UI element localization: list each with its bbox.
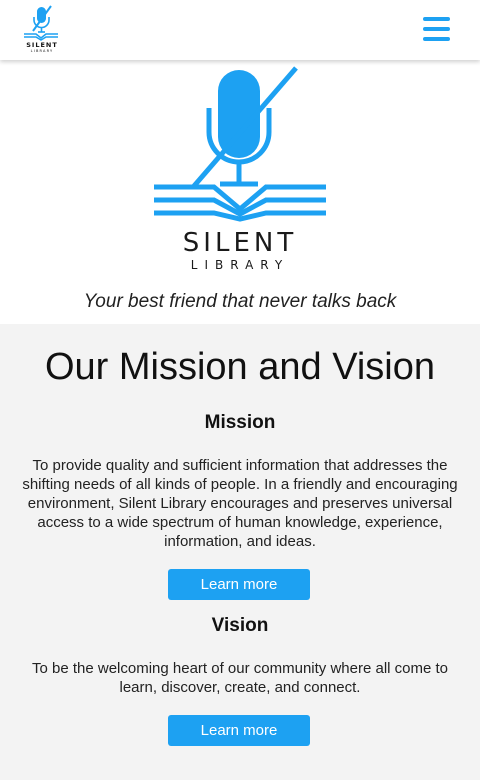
top-navbar: SILENT LIBRARY	[0, 0, 480, 60]
hero-section: SILENT LIBRARY Your best friend that nev…	[0, 60, 480, 324]
mission-learn-more-button[interactable]: Learn more	[168, 569, 310, 600]
section-title: Our Mission and Vision	[44, 346, 436, 388]
logo-subword: LIBRARY	[30, 49, 54, 53]
menu-bar	[423, 17, 450, 21]
mission-heading: Mission	[204, 412, 276, 433]
brand-name: SILENT	[182, 228, 298, 258]
menu-bar	[423, 37, 450, 41]
mission-vision-section: Our Mission and Vision Mission To provid…	[0, 324, 480, 780]
mission-text: To provide quality and sufficient inform…	[22, 457, 458, 550]
logo-wordmark: SILENT	[26, 41, 58, 49]
crossed-microphone-book-icon	[154, 66, 326, 222]
site-logo-link[interactable]: SILENT LIBRARY	[22, 5, 62, 53]
hamburger-menu-icon[interactable]	[418, 12, 456, 46]
tagline: Your best friend that never talks back	[83, 291, 397, 312]
vision-text: To be the welcoming heart of our communi…	[31, 660, 449, 696]
brand-subname: LIBRARY	[190, 258, 290, 272]
vision-learn-more-button[interactable]: Learn more	[168, 715, 310, 746]
vision-heading: Vision	[211, 615, 269, 636]
menu-bar	[423, 27, 450, 31]
crossed-microphone-book-icon	[24, 5, 58, 41]
